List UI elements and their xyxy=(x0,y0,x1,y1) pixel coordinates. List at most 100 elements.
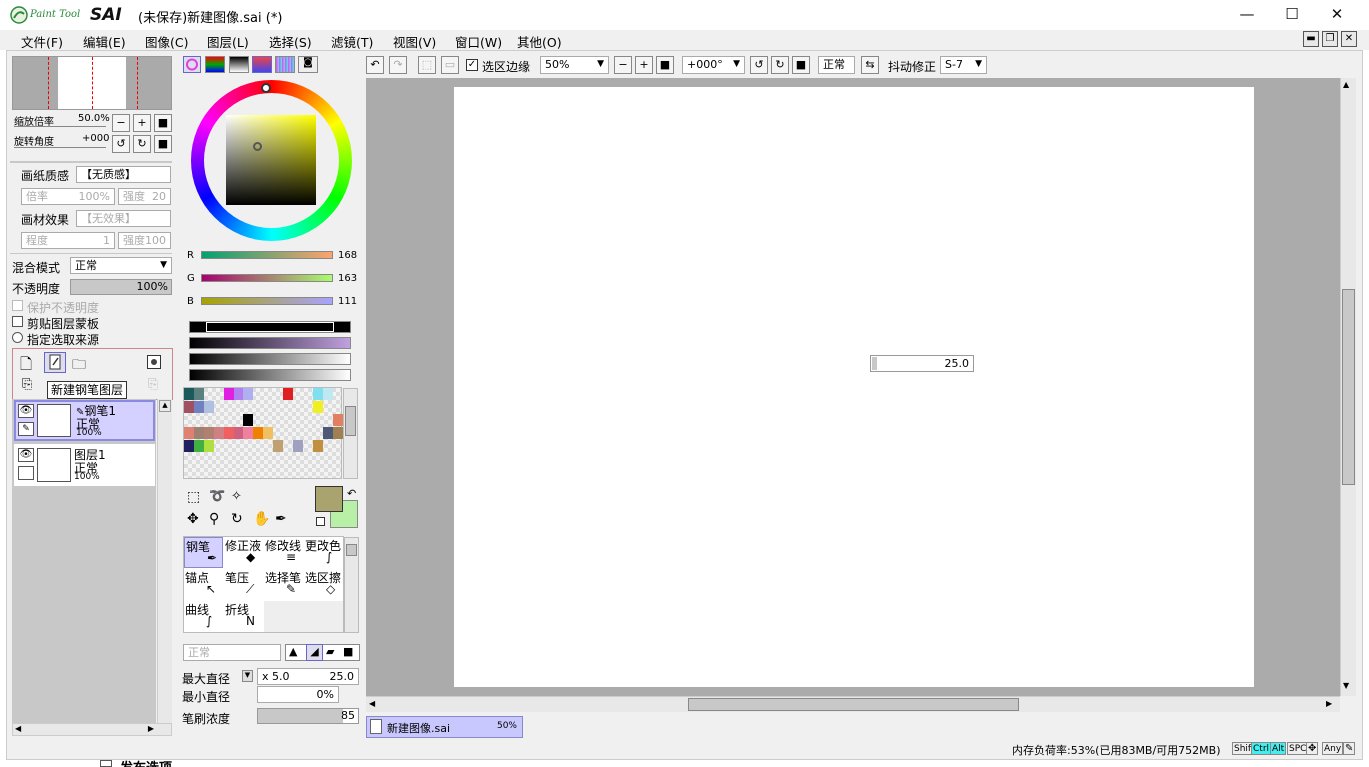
scroll-right-icon[interactable]: ▶ xyxy=(1326,699,1332,708)
new-layer-icon[interactable]: 🗋 xyxy=(20,354,38,373)
mixer-bar-2[interactable] xyxy=(189,337,351,349)
layer-mask-icon[interactable] xyxy=(147,355,161,369)
color-swatch[interactable] xyxy=(223,427,234,439)
zoom-in-button[interactable]: + xyxy=(133,114,151,132)
color-wheel-tab[interactable] xyxy=(183,56,201,73)
close-button[interactable]: ✕ xyxy=(1322,4,1352,26)
rect-select-icon[interactable]: ⬚ xyxy=(187,489,200,505)
rotate-right-button[interactable]: ↻ xyxy=(133,135,151,153)
tool-select-pen[interactable]: 选择笔 ✎ xyxy=(264,569,303,600)
minimize-button[interactable]: — xyxy=(1232,4,1262,26)
sv-handle[interactable] xyxy=(253,142,262,151)
lock-box-icon[interactable] xyxy=(18,466,34,480)
color-swatch[interactable] xyxy=(184,388,194,400)
color-swatch[interactable] xyxy=(213,427,224,439)
swatch-scrollbar[interactable] xyxy=(343,388,358,479)
canvas-rotate-left-button[interactable]: ↺ xyxy=(750,56,768,74)
canvas-zoom-reset-button[interactable]: ■ xyxy=(656,56,674,74)
g-slider[interactable] xyxy=(201,274,333,282)
color-swatch[interactable] xyxy=(233,427,244,439)
invert-select-button[interactable]: ▭ xyxy=(441,56,459,74)
color-swatch[interactable] xyxy=(312,401,323,413)
rotate-left-button[interactable]: ↺ xyxy=(112,135,130,153)
color-swatch[interactable] xyxy=(203,401,214,413)
selection-edge-checkbox[interactable]: ✓ xyxy=(466,59,478,71)
tool-fix-line[interactable]: 修改线 ≡ xyxy=(264,537,303,568)
delete-layer-icon[interactable]: ⎘ xyxy=(148,377,158,392)
menu-select[interactable]: 选择(S) xyxy=(269,32,312,51)
r-slider[interactable] xyxy=(201,251,333,259)
canvas-rotate-select[interactable]: +000° ▼ xyxy=(682,56,745,74)
rotate-slider[interactable] xyxy=(14,147,106,148)
mdi-minimize-button[interactable]: ▬ xyxy=(1303,31,1319,47)
hsv-slider-tab[interactable] xyxy=(229,56,249,73)
primary-color-swatch[interactable] xyxy=(315,486,343,512)
tool-pressure[interactable]: 笔压 ⟋ xyxy=(224,569,263,600)
maximize-button[interactable]: ☐ xyxy=(1277,4,1307,26)
swatches-tab[interactable] xyxy=(275,56,295,73)
zoom-icon[interactable]: ⚲ xyxy=(209,511,219,527)
protect-opacity-checkbox[interactable] xyxy=(12,300,23,311)
saturation-value-square[interactable] xyxy=(226,115,316,205)
color-swatch[interactable] xyxy=(193,388,204,400)
max-size-field[interactable]: x 5.0 25.0 xyxy=(257,668,359,685)
eyedropper-icon[interactable]: ✒ xyxy=(275,511,287,527)
color-swatch[interactable] xyxy=(184,440,194,452)
scroll-right-icon[interactable]: ▶ xyxy=(148,724,154,733)
lasso-icon[interactable]: ➰ xyxy=(209,489,225,504)
menu-view[interactable]: 视图(V) xyxy=(393,32,436,51)
size-dropdown-button[interactable]: ▼ xyxy=(242,670,253,682)
density-slider[interactable]: 85 xyxy=(257,708,359,724)
canvas-hscrollbar[interactable]: ◀ ▶ xyxy=(366,696,1340,712)
blend-mode-select[interactable]: 正常 ▼ xyxy=(70,257,172,274)
color-swatch[interactable] xyxy=(312,388,323,400)
color-swatch[interactable] xyxy=(243,427,254,439)
zoom-reset-button[interactable]: ■ xyxy=(154,114,172,132)
rgb-slider-tab[interactable] xyxy=(205,56,225,73)
menu-other[interactable]: 其他(O) xyxy=(517,32,562,51)
color-swatch[interactable] xyxy=(292,440,303,452)
mdi-restore-button[interactable]: ❐ xyxy=(1322,31,1338,47)
swatch-grid[interactable] xyxy=(183,387,343,479)
canvas-vscrollbar[interactable]: ▲ ▼ xyxy=(1340,78,1356,696)
transfer-down-icon[interactable]: ⎘ xyxy=(22,377,32,392)
deselect-button[interactable]: ⬚ xyxy=(418,56,436,74)
menu-edit[interactable]: 编辑(E) xyxy=(83,32,126,51)
hue-handle[interactable] xyxy=(261,83,271,93)
shape-sharp-icon[interactable]: ▲ xyxy=(289,645,297,658)
mixer-bar-1[interactable] xyxy=(189,321,351,333)
canvas-rotate-right-button[interactable]: ↻ xyxy=(771,56,789,74)
layer-row-layer1[interactable]: 👁 图层1 正常 100% xyxy=(14,444,155,486)
scroll-up-icon[interactable]: ▲ xyxy=(1343,80,1349,89)
shape-round-icon[interactable]: ◢ xyxy=(306,644,323,661)
paper-texture-select[interactable]: 【无质感】 xyxy=(76,166,171,183)
color-swatch[interactable] xyxy=(203,427,214,439)
rotate-tool-icon[interactable]: ↻ xyxy=(231,511,243,527)
shape-square-icon[interactable]: ■ xyxy=(343,645,353,658)
layer-hscrollbar[interactable]: ◀ ▶ xyxy=(12,723,172,736)
navigator-preview[interactable] xyxy=(12,56,172,110)
scroll-left-icon[interactable]: ◀ xyxy=(369,699,375,708)
canvas-document[interactable] xyxy=(454,87,1254,687)
color-swatch[interactable] xyxy=(193,401,204,413)
color-swatch[interactable] xyxy=(184,427,194,439)
tool-grid-scrollbar[interactable] xyxy=(344,537,359,633)
color-swatch[interactable] xyxy=(312,440,323,452)
tool-curve[interactable]: 曲线 ∫ xyxy=(184,601,223,632)
color-swatch[interactable] xyxy=(223,388,234,400)
canvas-zoom-in-button[interactable]: + xyxy=(635,56,653,74)
flip-button[interactable]: ⇆ xyxy=(861,56,879,74)
b-slider[interactable] xyxy=(201,297,333,305)
scroll-left-icon[interactable]: ◀ xyxy=(15,724,21,733)
menu-file[interactable]: 文件(F) xyxy=(21,32,63,51)
selection-source-radio[interactable] xyxy=(12,332,23,343)
color-swatch[interactable] xyxy=(332,414,343,426)
redo-button[interactable]: ↷ xyxy=(389,56,407,74)
color-swatch[interactable] xyxy=(283,388,293,400)
mixer-bar-4[interactable] xyxy=(189,369,351,381)
canvas-blend-button[interactable]: 正常 xyxy=(818,56,855,74)
zoom-out-button[interactable]: − xyxy=(112,114,130,132)
stabilizer-select[interactable]: S-7 ▼ xyxy=(940,56,987,74)
vscroll-thumb[interactable] xyxy=(1342,289,1355,485)
hscroll-thumb[interactable] xyxy=(688,698,1019,711)
